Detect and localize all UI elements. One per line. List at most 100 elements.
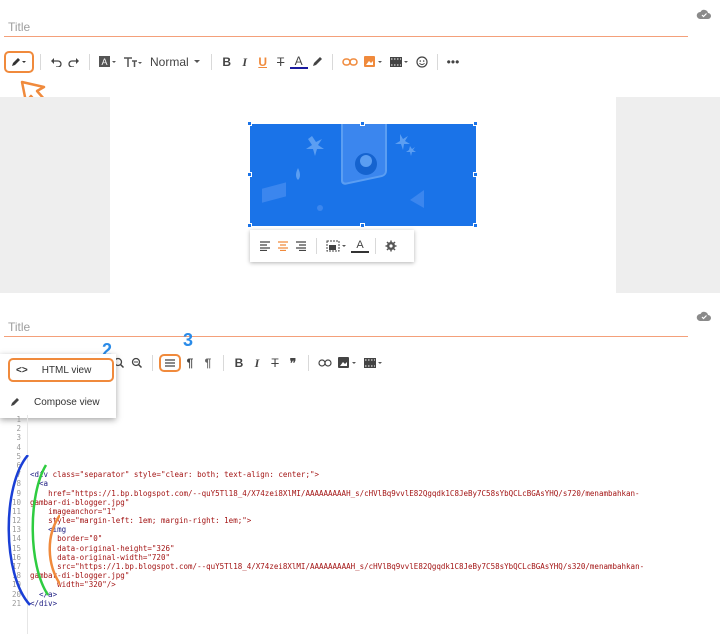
image-size-button[interactable] bbox=[323, 235, 351, 257]
code-line: href="https://1.bp.blogspot.com/--quY5Tl… bbox=[30, 489, 644, 498]
resize-handle[interactable] bbox=[473, 121, 478, 126]
format-html-button[interactable] bbox=[159, 354, 181, 372]
divider bbox=[316, 238, 317, 254]
image-toolbar: A bbox=[250, 230, 414, 262]
chevron-down-icon bbox=[193, 60, 200, 63]
caption-button[interactable]: A bbox=[351, 239, 369, 253]
emoji-button[interactable] bbox=[413, 51, 431, 73]
italic-button[interactable]: I bbox=[248, 352, 266, 374]
font-size-button[interactable] bbox=[120, 51, 146, 73]
align-left-icon bbox=[260, 241, 270, 251]
insert-image-button[interactable] bbox=[335, 352, 361, 374]
align-right-button[interactable] bbox=[292, 235, 310, 257]
bold-button[interactable]: B bbox=[230, 352, 248, 374]
paragraph-button[interactable]: ¶ bbox=[181, 352, 199, 374]
align-center-icon bbox=[278, 241, 288, 251]
title-input[interactable]: Title bbox=[8, 20, 30, 34]
text-size-icon bbox=[124, 57, 142, 67]
image-settings-button[interactable] bbox=[382, 235, 400, 257]
menu-item-compose-view[interactable]: Compose view bbox=[0, 386, 116, 418]
font-button[interactable]: A bbox=[96, 51, 120, 73]
align-left-button[interactable] bbox=[256, 235, 274, 257]
quote-icon: ❞ bbox=[289, 356, 297, 370]
font-icon: A bbox=[99, 56, 116, 67]
code-content: data-original-width="720" bbox=[57, 552, 170, 562]
italic-icon: I bbox=[254, 355, 260, 370]
code-content: class="separator" style="clear: both; te… bbox=[48, 470, 319, 480]
quote-button[interactable]: ❞ bbox=[284, 352, 302, 374]
pencil-icon bbox=[12, 58, 26, 66]
code-line: src="https://1.bp.blogspot.com/--quY5Tl1… bbox=[30, 562, 644, 571]
align-right-icon bbox=[296, 241, 306, 251]
link-button[interactable] bbox=[315, 352, 335, 374]
resize-handle[interactable] bbox=[247, 223, 252, 228]
format-lines-icon bbox=[165, 359, 175, 367]
html-code-editor[interactable]: 1 2 3 4 5 6 7 8 9 10 11 12 13 14 15 16 17 18 19 20 21 <div c… bbox=[0, 415, 720, 634]
strikethrough-button[interactable]: T bbox=[272, 51, 290, 73]
code-content: style="margin-left: 1em; margin-right: 1… bbox=[48, 516, 252, 526]
underline-button[interactable]: U bbox=[254, 51, 272, 73]
insert-video-button[interactable] bbox=[387, 51, 413, 73]
insert-image-button[interactable] bbox=[361, 51, 387, 73]
code-content: width="320"/> bbox=[57, 580, 116, 590]
bold-icon: B bbox=[222, 55, 231, 69]
insert-video-button[interactable] bbox=[361, 352, 387, 374]
menu-item-html-view[interactable]: <> HTML view bbox=[0, 354, 116, 386]
undo-icon bbox=[51, 58, 62, 67]
title-underline bbox=[4, 336, 688, 337]
paragraph-mark-button[interactable]: ¶ bbox=[199, 352, 217, 374]
paragraph-style-select[interactable]: Normal bbox=[146, 51, 205, 73]
resize-handle[interactable] bbox=[360, 223, 365, 228]
strikethrough-icon: T bbox=[277, 55, 285, 69]
code-lines: <div class="separator" style="clear: bot… bbox=[30, 415, 644, 608]
strikethrough-button[interactable]: T bbox=[266, 352, 284, 374]
title-input-html[interactable]: Title bbox=[8, 320, 30, 334]
resize-handle[interactable] bbox=[247, 172, 252, 177]
redo-button[interactable] bbox=[65, 51, 83, 73]
resize-handle[interactable] bbox=[247, 121, 252, 126]
search-replace-button[interactable] bbox=[128, 352, 146, 374]
code-line: data-original-height="326" bbox=[30, 544, 644, 553]
divider bbox=[152, 355, 153, 371]
line-number: 4 bbox=[16, 442, 21, 452]
pilcrow-icon: ¶ bbox=[186, 356, 194, 370]
divider bbox=[210, 54, 212, 70]
search-replace-icon bbox=[131, 357, 143, 369]
edit-mode-button[interactable] bbox=[4, 51, 34, 73]
code-line: data-original-width="720" bbox=[30, 553, 644, 562]
highlight-button[interactable] bbox=[308, 51, 326, 73]
view-mode-menu: <> HTML view Compose view bbox=[0, 354, 116, 418]
resize-handle[interactable] bbox=[360, 121, 365, 126]
code-line: style="margin-left: 1em; margin-right: 1… bbox=[30, 516, 644, 525]
link-icon bbox=[318, 359, 332, 367]
video-icon bbox=[389, 57, 408, 67]
link-button[interactable] bbox=[339, 51, 361, 73]
resize-handle[interactable] bbox=[473, 223, 478, 228]
divider bbox=[308, 355, 309, 371]
italic-button[interactable]: I bbox=[236, 51, 254, 73]
gear-icon bbox=[385, 240, 397, 252]
bold-button[interactable]: B bbox=[218, 51, 236, 73]
html-view-label: HTML view bbox=[41, 364, 92, 376]
text-color-button[interactable]: A bbox=[289, 54, 308, 69]
divider bbox=[331, 54, 333, 70]
selected-image[interactable] bbox=[250, 124, 476, 226]
more-options-button[interactable]: ••• bbox=[444, 51, 463, 73]
code-line: gambar-di-blogger.jpg" bbox=[30, 571, 644, 580]
undo-button[interactable] bbox=[47, 51, 65, 73]
image-size-icon bbox=[326, 240, 346, 252]
align-center-button[interactable] bbox=[274, 235, 292, 257]
cloud-saved-icon bbox=[696, 310, 712, 325]
pilcrow-icon: ¶ bbox=[204, 356, 212, 370]
code-content: data-original-height="326" bbox=[57, 543, 175, 553]
compose-view-label: Compose view bbox=[34, 396, 100, 408]
divider bbox=[375, 238, 376, 254]
image-icon bbox=[338, 357, 356, 368]
resize-handle[interactable] bbox=[473, 172, 478, 177]
code-line: gambar-di-blogger.jpg" bbox=[30, 498, 644, 507]
title-underline bbox=[4, 36, 688, 37]
